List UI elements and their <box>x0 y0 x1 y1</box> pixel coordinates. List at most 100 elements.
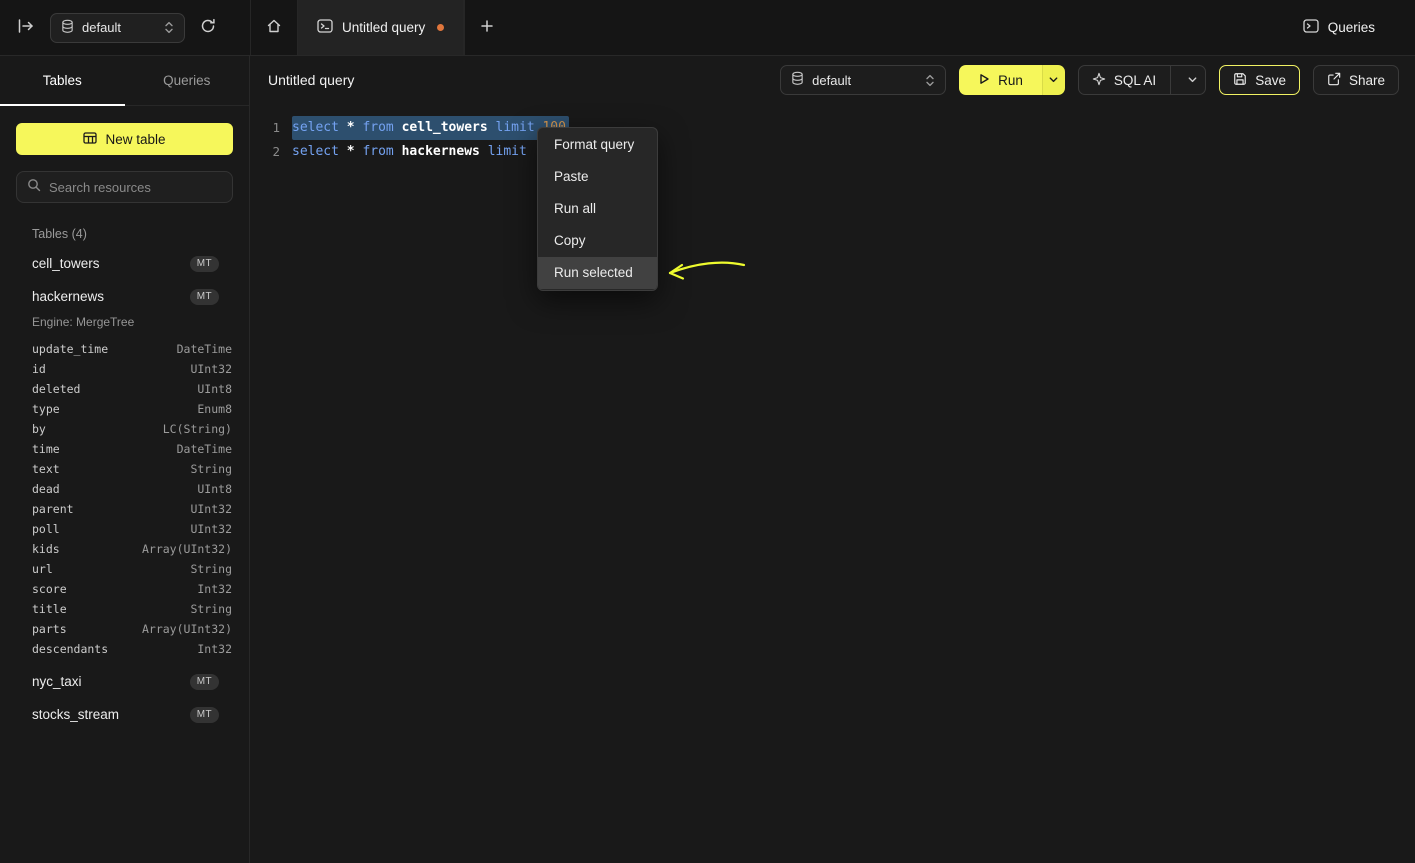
chevron-down-icon <box>1187 73 1198 88</box>
save-button-label: Save <box>1255 73 1286 88</box>
save-icon <box>1233 72 1247 89</box>
queries-button[interactable]: Queries <box>1303 19 1375 36</box>
column-type: UInt8 <box>197 482 232 496</box>
queries-button-label: Queries <box>1328 20 1375 35</box>
tab-queries[interactable]: Queries <box>125 56 250 105</box>
column-row: parts Array(UInt32) <box>0 619 249 639</box>
table-row-hackernews[interactable]: hackernews MT <box>0 280 249 313</box>
table-row-cell-towers[interactable]: cell_towers MT <box>0 247 249 280</box>
share-button-label: Share <box>1349 73 1385 88</box>
new-table-label: New table <box>105 132 165 147</box>
chevron-down-icon <box>1048 73 1059 88</box>
column-name: parts <box>32 622 67 636</box>
column-name: text <box>32 462 60 476</box>
new-table-button[interactable]: New table <box>16 123 233 155</box>
run-options-dropdown[interactable] <box>1042 65 1065 95</box>
column-type: Array(UInt32) <box>142 542 232 556</box>
column-type: UInt32 <box>190 362 232 376</box>
sql-ai-dropdown[interactable] <box>1179 66 1205 94</box>
code-text: select * from hackernews limit <box>292 140 527 164</box>
tabstrip: Untitled query <box>250 0 509 55</box>
column-type: DateTime <box>177 342 232 356</box>
database-icon <box>61 19 74 37</box>
sidebar-tabs: Tables Queries <box>0 56 249 106</box>
table-row-stocks-stream[interactable]: stocks_stream MT <box>0 698 249 731</box>
home-icon <box>266 18 282 37</box>
new-tab-button[interactable] <box>464 0 509 55</box>
sql-ai-button[interactable]: SQL AI <box>1078 65 1206 95</box>
table-grid-icon <box>83 132 97 147</box>
search-resources-input[interactable] <box>49 180 222 195</box>
search-box <box>16 171 233 203</box>
column-row: titleString <box>0 599 249 619</box>
sql-keyword: limit <box>488 144 527 159</box>
column-row: kids Array(UInt32) <box>0 539 249 559</box>
sql-keyword: from <box>362 144 401 159</box>
column-name: kids <box>32 542 60 556</box>
column-type: String <box>190 462 232 476</box>
column-row: update_time DateTime <box>0 339 249 359</box>
column-row: urlString <box>0 559 249 579</box>
expand-sidebar-button[interactable] <box>14 15 38 40</box>
query-tab-active[interactable]: Untitled query <box>297 0 464 55</box>
column-name: update_time <box>32 342 108 356</box>
sql-operator: * <box>347 120 363 135</box>
query-database-value: default <box>812 73 911 88</box>
column-type: String <box>190 602 232 616</box>
line-number: 2 <box>258 140 280 164</box>
chevron-updown-icon <box>164 21 174 34</box>
queries-icon <box>1303 19 1319 36</box>
column-type: Int32 <box>197 582 232 596</box>
topbar-left: default <box>0 0 250 55</box>
database-icon <box>791 71 804 89</box>
menu-item-copy[interactable]: Copy <box>538 225 657 257</box>
query-database-selector[interactable]: default <box>780 65 946 95</box>
table-row-nyc-taxi[interactable]: nyc_taxi MT <box>0 665 249 698</box>
refresh-button[interactable] <box>197 15 219 40</box>
save-button[interactable]: Save <box>1219 65 1300 95</box>
column-row: deletedUInt8 <box>0 379 249 399</box>
engine-badge: MT <box>190 289 219 305</box>
play-icon <box>978 73 990 88</box>
column-name: time <box>32 442 60 456</box>
query-icon <box>317 19 333 36</box>
home-tab[interactable] <box>250 0 297 55</box>
run-button-label: Run <box>998 73 1023 88</box>
menu-item-run-all[interactable]: Run all <box>538 193 657 225</box>
topbar-database-selector[interactable]: default <box>50 13 185 43</box>
column-name: type <box>32 402 60 416</box>
run-button[interactable]: Run <box>959 65 1042 95</box>
column-name: by <box>32 422 46 436</box>
tables-section-title: Tables (4) <box>0 227 249 243</box>
selected-code: select * from cell_towers limit 100 <box>292 116 569 140</box>
column-row: typeEnum8 <box>0 399 249 419</box>
ai-sparkle-icon <box>1092 72 1106 89</box>
menu-item-format-query[interactable]: Format query <box>538 129 657 161</box>
sql-editor[interactable]: 1 select * from cell_towers limit 100 2 … <box>250 103 1415 164</box>
share-button[interactable]: Share <box>1313 65 1399 95</box>
tab-tables[interactable]: Tables <box>0 56 125 105</box>
sql-keyword: select <box>292 144 347 159</box>
topbar-database-value: default <box>82 20 150 35</box>
column-row: by LC(String) <box>0 419 249 439</box>
column-type: LC(String) <box>163 422 232 436</box>
column-type: UInt8 <box>197 382 232 396</box>
engine-label: Engine: MergeTree <box>0 313 249 331</box>
table-name: hackernews <box>32 289 104 304</box>
code-line-2: 2 select * from hackernews limit <box>250 140 1415 164</box>
column-row: dead UInt8 <box>0 479 249 499</box>
sql-keyword: limit <box>496 120 543 135</box>
sql-identifier: hackernews <box>402 144 488 159</box>
tab-queries-label: Queries <box>163 73 210 88</box>
column-row: descendantsInt32 <box>0 639 249 659</box>
unsaved-changes-indicator <box>437 24 444 31</box>
sidebar: Tables Queries New table Tables (4) cell… <box>0 56 250 863</box>
query-tab-label: Untitled query <box>342 20 425 35</box>
column-name: dead <box>32 482 60 496</box>
menu-item-paste[interactable]: Paste <box>538 161 657 193</box>
column-row: parentUInt32 <box>0 499 249 519</box>
column-type: Array(UInt32) <box>142 622 232 636</box>
table-name: nyc_taxi <box>32 674 82 689</box>
menu-item-run-selected[interactable]: Run selected <box>538 257 657 289</box>
column-row: scoreInt32 <box>0 579 249 599</box>
